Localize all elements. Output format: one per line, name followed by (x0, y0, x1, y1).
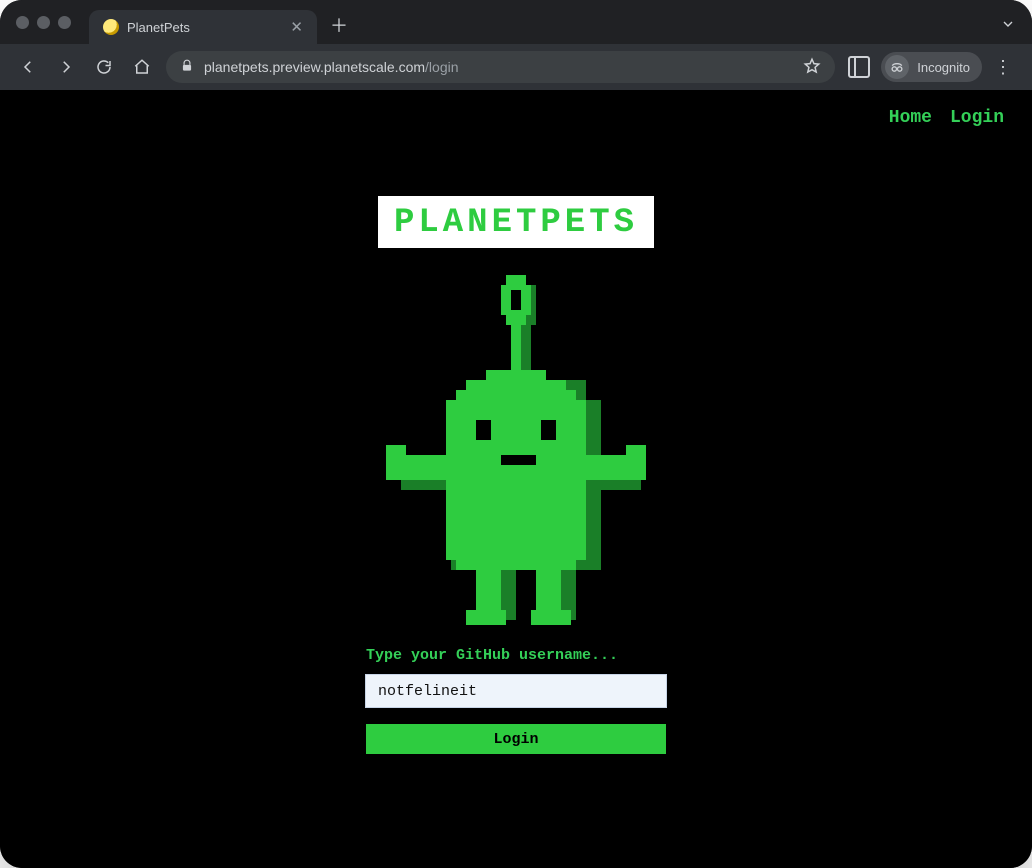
traffic-minimize[interactable] (37, 16, 50, 29)
page-content: Home Login PLANETPETS (0, 90, 1032, 868)
tab-close-icon[interactable]: ✕ (290, 18, 303, 36)
username-field-wrap (365, 674, 667, 708)
login-button[interactable]: Login (366, 724, 666, 754)
browser-window: PlanetPets ✕ ＋ planetpets.preview.planet… (0, 0, 1032, 868)
bookmark-star-icon[interactable] (803, 57, 821, 78)
url-path: /login (425, 59, 458, 75)
pet-sprite (366, 270, 666, 635)
browser-tab[interactable]: PlanetPets ✕ (89, 10, 317, 44)
back-button[interactable] (14, 53, 42, 81)
reload-button[interactable] (90, 53, 118, 81)
site-logo: PLANETPETS (382, 200, 650, 244)
nav-home[interactable]: Home (889, 108, 932, 128)
incognito-label: Incognito (917, 60, 970, 75)
tab-strip: PlanetPets ✕ ＋ (0, 0, 1032, 44)
login-panel: PLANETPETS (306, 200, 726, 754)
traffic-close[interactable] (16, 16, 29, 29)
username-input[interactable] (366, 683, 666, 700)
url-host: planetpets.preview.planetscale.com (204, 59, 425, 75)
traffic-zoom[interactable] (58, 16, 71, 29)
nav-login[interactable]: Login (950, 108, 1004, 128)
browser-toolbar: planetpets.preview.planetscale.com/login (0, 44, 1032, 90)
tabs-overflow-icon[interactable] (1000, 16, 1016, 35)
window-controls (16, 16, 71, 29)
lock-icon (180, 59, 194, 76)
url-text: planetpets.preview.planetscale.com/login (204, 59, 793, 75)
address-bar[interactable]: planetpets.preview.planetscale.com/login (166, 51, 835, 83)
side-panel-icon[interactable] (845, 53, 873, 81)
site-nav: Home Login (889, 108, 1004, 128)
incognito-icon (885, 55, 909, 79)
toolbar-right-cluster: Incognito ⋮ (845, 52, 1018, 82)
username-prompt: Type your GitHub username... (366, 647, 666, 664)
home-button[interactable] (128, 53, 156, 81)
tab-title: PlanetPets (127, 20, 282, 35)
forward-button[interactable] (52, 53, 80, 81)
new-tab-button[interactable]: ＋ (325, 11, 353, 39)
incognito-indicator[interactable]: Incognito (881, 52, 982, 82)
favicon (103, 19, 119, 35)
browser-menu-icon[interactable]: ⋮ (990, 53, 1018, 81)
